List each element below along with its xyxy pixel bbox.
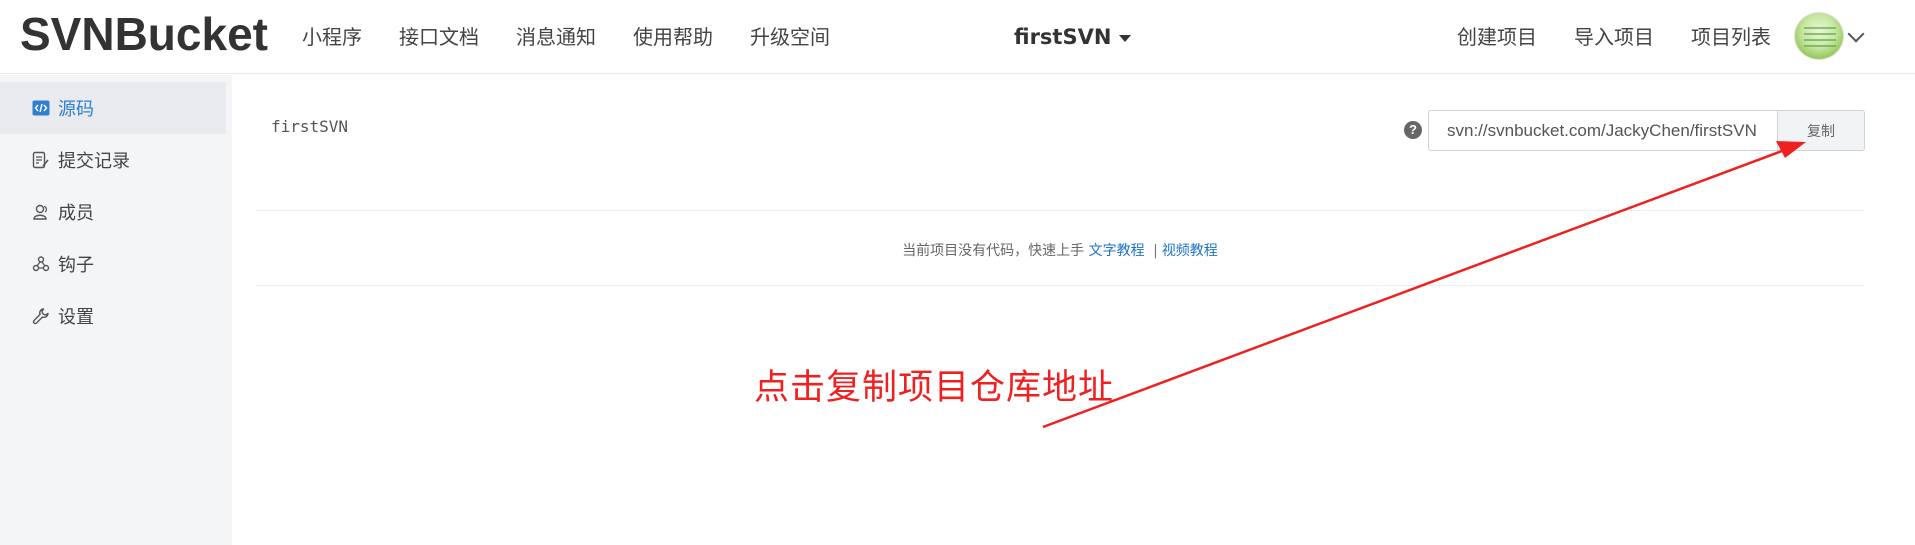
annotation-arrow <box>1042 141 1806 429</box>
